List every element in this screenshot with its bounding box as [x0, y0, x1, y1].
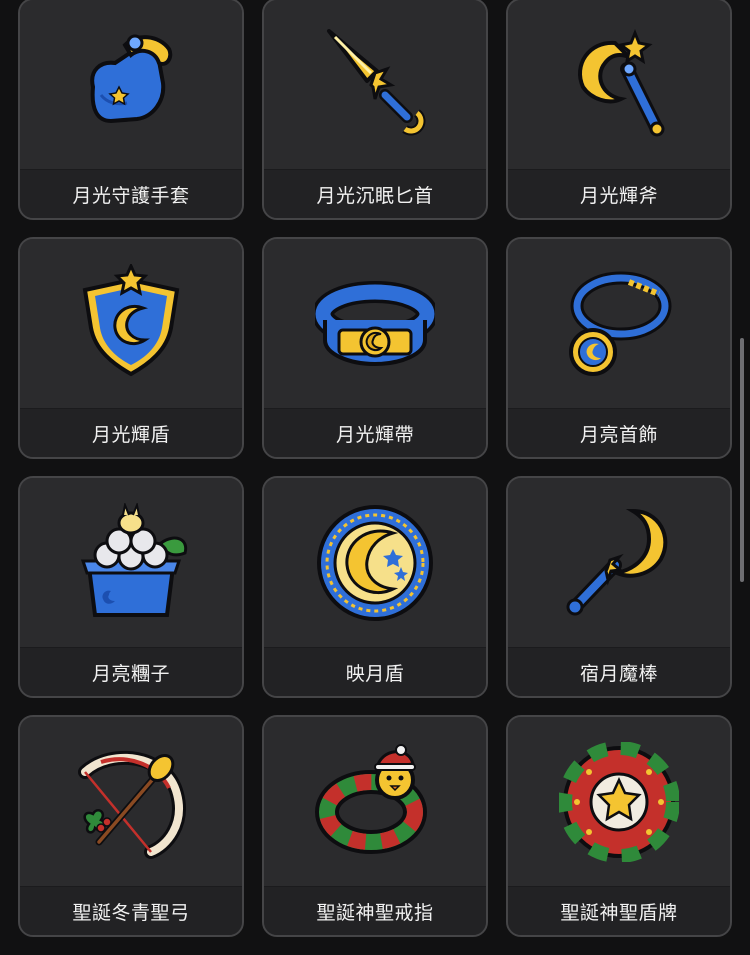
item-art [508, 478, 730, 647]
item-name: 聖誕神聖戒指 [264, 886, 486, 935]
moon-dango-icon [80, 502, 188, 617]
item-art [20, 717, 242, 886]
scrollbar[interactable] [740, 338, 744, 582]
item-card[interactable]: 月亮首飾 [506, 237, 732, 459]
item-name: 月光輝斧 [508, 169, 730, 218]
item-name: 聖誕神聖盾牌 [508, 886, 730, 935]
item-art [264, 0, 486, 169]
item-art [508, 717, 730, 886]
crescent-wand-icon [566, 508, 668, 615]
item-art [264, 478, 486, 647]
item-card[interactable]: 月光輝帶 [262, 237, 488, 459]
item-art [508, 239, 730, 408]
item-card[interactable]: 聖誕神聖戒指 [262, 715, 488, 937]
item-card[interactable]: 聖誕冬青聖弓 [18, 715, 244, 937]
holly-bow-icon [78, 750, 186, 859]
item-name: 月亮糰子 [20, 647, 242, 696]
moon-dagger-icon [327, 28, 426, 135]
moon-belt-icon [315, 280, 435, 366]
moon-shield-icon [82, 263, 180, 376]
item-name: 月光守護手套 [20, 169, 242, 218]
item-name: 聖誕冬青聖弓 [20, 886, 242, 935]
item-art [264, 239, 486, 408]
item-art [508, 0, 730, 169]
item-name: 月光輝盾 [20, 408, 242, 457]
item-card[interactable]: 映月盾 [262, 476, 488, 698]
moon-pendant-icon [569, 271, 672, 376]
item-name: 月光輝帶 [264, 408, 486, 457]
item-card[interactable]: 月亮糰子 [18, 476, 244, 698]
item-name: 宿月魔棒 [508, 647, 730, 696]
item-art [20, 478, 242, 647]
item-card[interactable]: 宿月魔棒 [506, 476, 732, 698]
item-art [20, 0, 242, 169]
christmas-shield-icon [559, 741, 679, 862]
item-art [20, 239, 242, 408]
item-name: 月亮首飾 [508, 408, 730, 457]
moon-round-shield-icon [317, 504, 433, 621]
item-card[interactable]: 月光輝盾 [18, 237, 244, 459]
item-card[interactable]: 月光沉眠匕首 [262, 0, 488, 220]
item-name: 映月盾 [264, 647, 486, 696]
item-card[interactable]: 聖誕神聖盾牌 [506, 715, 732, 937]
moon-axe-icon [578, 28, 665, 136]
moon-glove-icon [90, 34, 173, 123]
christmas-ring-icon [315, 743, 427, 854]
item-name: 月光沉眠匕首 [264, 169, 486, 218]
item-card[interactable]: 月光守護手套 [18, 0, 244, 220]
item-art [264, 717, 486, 886]
item-grid: 月光守護手套 月光沉眠匕首 月光輝斧 月光輝盾 月光輝帶 月亮首飾 月亮糰子 映… [18, 0, 732, 937]
item-card[interactable]: 月光輝斧 [506, 0, 732, 220]
